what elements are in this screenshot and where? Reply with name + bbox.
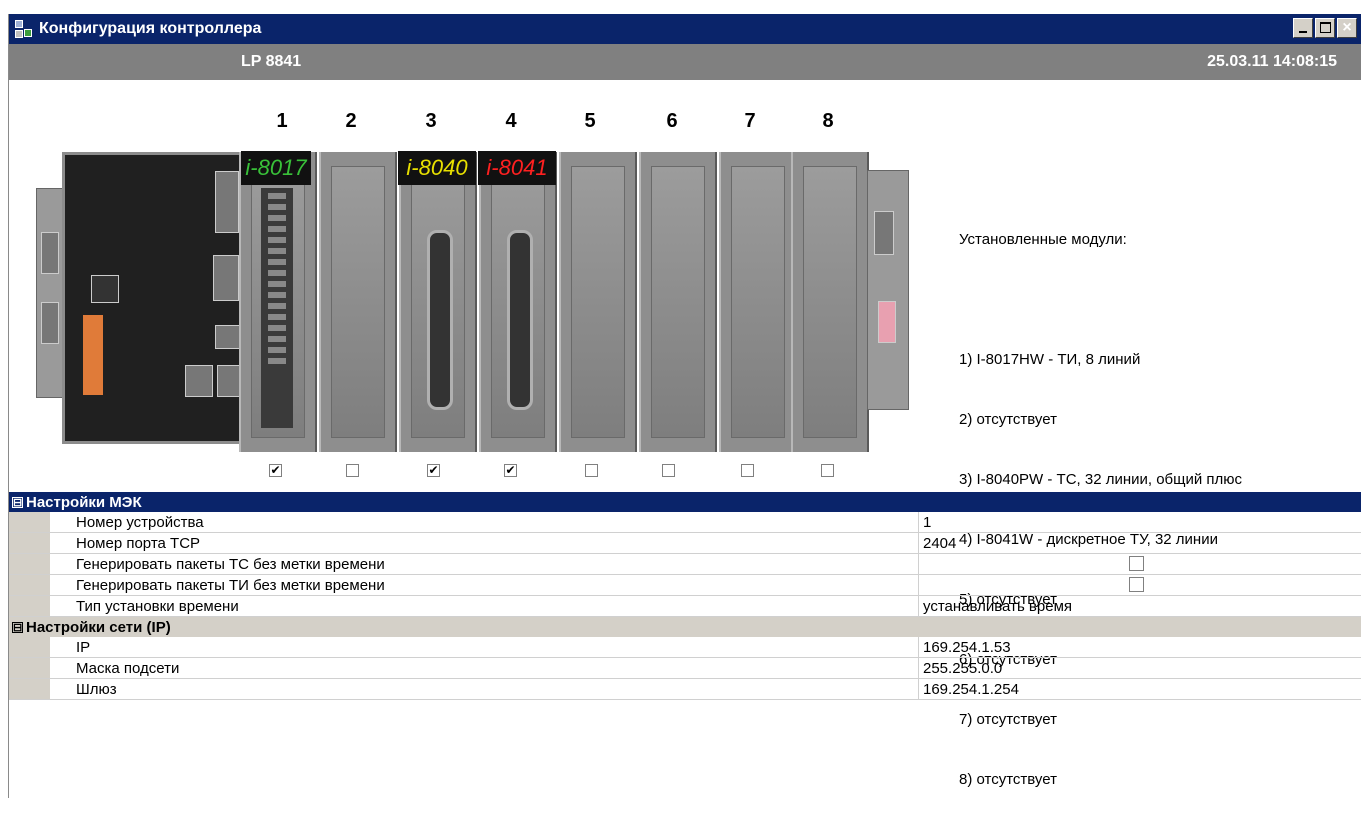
dip-switch-icon [878,301,896,343]
property-value[interactable]: устанавливать время [919,596,1361,616]
mounting-bracket-left [36,188,64,398]
property-row[interactable]: Генерировать пакеты ТИ без метки времени [9,575,1361,596]
serial-port-icon [41,232,59,274]
slot-number-5: 5 [584,110,596,132]
module-slot-2 [319,152,397,452]
property-name: Номер устройства [50,512,919,532]
installed-module-item: 7) отсутствует [959,711,1057,728]
installed-module-item: 8) отсутствует [959,771,1057,788]
terminal-block-icon [83,315,103,395]
installed-modules-heading: Установленные модули: [959,231,1127,248]
slot-checkbox-7[interactable] [741,464,754,477]
slot-port-icon [215,171,239,233]
slot-number-1: 1 [276,110,288,132]
ethernet-port-icon [185,365,213,397]
app-icon [15,19,35,39]
property-value[interactable]: 255.255.0.0 [919,658,1361,678]
category-network-settings[interactable]: ⊟ Настройки сети (IP) [9,617,1361,637]
slot-checkbox-2[interactable] [346,464,359,477]
rotary-switch-icon [91,275,119,303]
slot-number-7: 7 [744,110,756,132]
property-value[interactable] [919,554,1361,574]
property-value[interactable]: 2404 [919,533,1361,553]
rack-endcap [867,170,909,410]
slot-checkbox-1[interactable]: ✔ [269,464,282,477]
module-slot-5 [559,152,637,452]
property-name: Тип установки времени [50,596,919,616]
property-row[interactable]: Генерировать пакеты ТС без метки времени [9,554,1361,575]
minimize-icon[interactable] [1293,18,1313,38]
property-row[interactable]: IP 169.254.1.53 [9,637,1361,658]
property-row[interactable]: Маска подсети 255.255.0.0 [9,658,1361,679]
slot-checkbox-8[interactable] [821,464,834,477]
cpu-body [62,152,258,444]
collapse-icon[interactable]: ⊟ [12,621,23,633]
slot-checkbox-4[interactable]: ✔ [504,464,517,477]
slot-checkbox-6[interactable] [662,464,675,477]
slot-checkbox-3[interactable]: ✔ [427,464,440,477]
module-slot-6 [639,152,717,452]
title-bar[interactable]: Конфигурация контроллера × [9,14,1361,44]
collapse-icon[interactable]: ⊟ [12,496,23,508]
ts-no-timestamp-checkbox[interactable] [1129,556,1144,571]
slot-number-3: 3 [425,110,437,132]
info-bar: LP 8841 25.03.11 14:08:15 [9,44,1361,80]
property-value[interactable]: 169.254.1.254 [919,679,1361,699]
category-title: Настройки сети (IP) [26,618,171,636]
maximize-icon[interactable] [1315,18,1335,38]
property-row[interactable]: Номер устройства 1 [9,512,1361,533]
controller-config-window: Конфигурация контроллера × LP 8841 25.03… [8,14,1361,798]
category-iec-settings[interactable]: ⊟ Настройки МЭК [9,492,1361,512]
module-slot-8 [791,152,869,452]
rack-view: 1 2 3 4 5 6 7 8 i-8017 i-8040 i-8041 ✔ ✔… [9,80,1361,788]
installed-module-item: 1) I-8017HW - ТИ, 8 линий [959,351,1141,368]
installed-module-item: 3) I-8040PW - ТС, 32 линии, общий плюс [959,471,1243,488]
usb-port-icon [217,365,241,397]
serial-port-icon [41,302,59,344]
module-label-slot-1: i-8017 [241,151,311,185]
property-value[interactable] [919,575,1361,595]
dsub-connector-icon [507,230,533,410]
property-name: IP [50,637,919,657]
controller-cpu-image [36,152,258,444]
category-title: Настройки МЭК [26,493,142,511]
property-name: Генерировать пакеты ТИ без метки времени [50,575,919,595]
installed-module-item: 2) отсутствует [959,411,1057,428]
property-grid: ⊟ Настройки МЭК Номер устройства 1 Номер… [9,492,1361,700]
window-title: Конфигурация контроллера [39,20,262,37]
module-slot-7 [719,152,797,452]
module-label-slot-3: i-8040 [398,151,476,185]
ti-no-timestamp-checkbox[interactable] [1129,577,1144,592]
controller-datetime: 25.03.11 14:08:15 [1207,53,1337,70]
property-name: Генерировать пакеты ТС без метки времени [50,554,919,574]
dsub-connector-icon [427,230,453,410]
property-name: Маска подсети [50,658,919,678]
property-row[interactable]: Тип установки времени устанавливать врем… [9,596,1361,617]
close-icon[interactable]: × [1337,18,1357,38]
property-name: Шлюз [50,679,919,699]
module-label-slot-4: i-8041 [478,151,556,185]
property-value[interactable]: 169.254.1.53 [919,637,1361,657]
serial-port-icon [874,211,894,255]
slot-number-2: 2 [345,110,357,132]
slot-number-4: 4 [505,110,517,132]
property-row[interactable]: Шлюз 169.254.1.254 [9,679,1361,700]
window-buttons: × [1293,18,1357,38]
property-value[interactable]: 1 [919,512,1361,532]
slot-number-6: 6 [666,110,678,132]
serial-port-icon [213,255,239,301]
property-name: Номер порта TCP [50,533,919,553]
slot-number-8: 8 [822,110,834,132]
property-row[interactable]: Номер порта TCP 2404 [9,533,1361,554]
slot-checkbox-5[interactable] [585,464,598,477]
controller-model: LP 8841 [241,53,302,70]
terminal-strip-icon [261,188,293,428]
